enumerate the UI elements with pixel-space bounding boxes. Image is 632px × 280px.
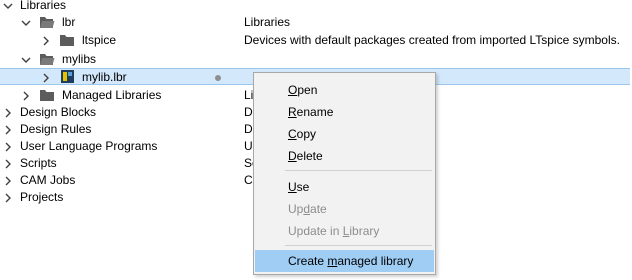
tree-desc-cam-jobs: C bbox=[244, 173, 253, 187]
menu-item-copy[interactable]: Copy bbox=[255, 123, 434, 145]
tree-label-ltspice: ltspice bbox=[82, 33, 117, 47]
tree-row-lbr[interactable]: lbr Libraries bbox=[0, 14, 632, 31]
tree-desc-managed-libraries: Li bbox=[244, 88, 254, 102]
tree-row-mylibs[interactable]: mylibs bbox=[0, 51, 632, 68]
folder-icon bbox=[59, 33, 75, 47]
folder-icon bbox=[39, 88, 55, 102]
folder-open-icon bbox=[39, 15, 55, 29]
chevron-right-icon[interactable] bbox=[2, 189, 14, 206]
chevron-right-icon[interactable] bbox=[2, 172, 14, 189]
folder-open-icon bbox=[39, 52, 55, 66]
tree-label-libraries: Libraries bbox=[20, 0, 67, 12]
chevron-right-icon[interactable] bbox=[2, 121, 14, 138]
tree-label-cam-jobs: CAM Jobs bbox=[20, 173, 76, 187]
menu-item-update-in-library[interactable]: Update in Library bbox=[255, 220, 434, 242]
menu-item-delete[interactable]: Delete bbox=[255, 145, 434, 167]
menu-item-open[interactable]: Open bbox=[255, 79, 434, 101]
menu-item-rename[interactable]: Rename bbox=[255, 101, 434, 123]
tree-label-projects: Projects bbox=[20, 190, 64, 204]
tree-label-design-rules: Design Rules bbox=[20, 122, 92, 136]
menu-item-use[interactable]: Use bbox=[255, 176, 434, 198]
status-dot-icon bbox=[215, 75, 221, 81]
tree-label-lbr: lbr bbox=[62, 15, 76, 29]
tree-desc-design-blocks: D bbox=[244, 105, 253, 119]
menu-item-create-managed-library[interactable]: Create managed library bbox=[255, 250, 434, 272]
chevron-down-icon[interactable] bbox=[20, 14, 32, 31]
tree-label-mylibs: mylibs bbox=[62, 52, 97, 66]
tree-desc-lbr: Libraries bbox=[244, 15, 291, 29]
tree-desc-design-rules: D bbox=[244, 122, 253, 136]
menu-separator bbox=[285, 170, 432, 171]
menu-separator bbox=[285, 245, 432, 246]
tree-row-ltspice[interactable]: ltspice Devices with default packages cr… bbox=[0, 32, 632, 49]
tree-label-design-blocks: Design Blocks bbox=[20, 105, 97, 119]
library-file-icon bbox=[60, 69, 76, 83]
tree-label-user-language-programs: User Language Programs bbox=[20, 139, 158, 153]
tree-label-mylib-lbr: mylib.lbr bbox=[82, 70, 127, 84]
tree-row-libraries[interactable]: Libraries bbox=[0, 0, 632, 14]
tree-desc-ltspice: Devices with default packages created fr… bbox=[244, 33, 620, 47]
chevron-right-icon[interactable] bbox=[2, 138, 14, 155]
tree-label-scripts: Scripts bbox=[20, 156, 57, 170]
chevron-right-icon[interactable] bbox=[2, 104, 14, 121]
chevron-right-icon[interactable] bbox=[20, 87, 32, 104]
chevron-right-icon[interactable] bbox=[2, 155, 14, 172]
context-menu: Open Rename Copy Delete Use Update Updat… bbox=[253, 72, 436, 275]
chevron-down-icon[interactable] bbox=[20, 51, 32, 68]
chevron-right-icon[interactable] bbox=[40, 32, 52, 49]
chevron-right-icon[interactable] bbox=[40, 69, 52, 86]
tree-label-managed-libraries: Managed Libraries bbox=[62, 88, 162, 102]
menu-item-update[interactable]: Update bbox=[255, 198, 434, 220]
tree-desc-user-language-programs: U bbox=[244, 139, 253, 153]
chevron-down-icon[interactable] bbox=[2, 0, 14, 14]
